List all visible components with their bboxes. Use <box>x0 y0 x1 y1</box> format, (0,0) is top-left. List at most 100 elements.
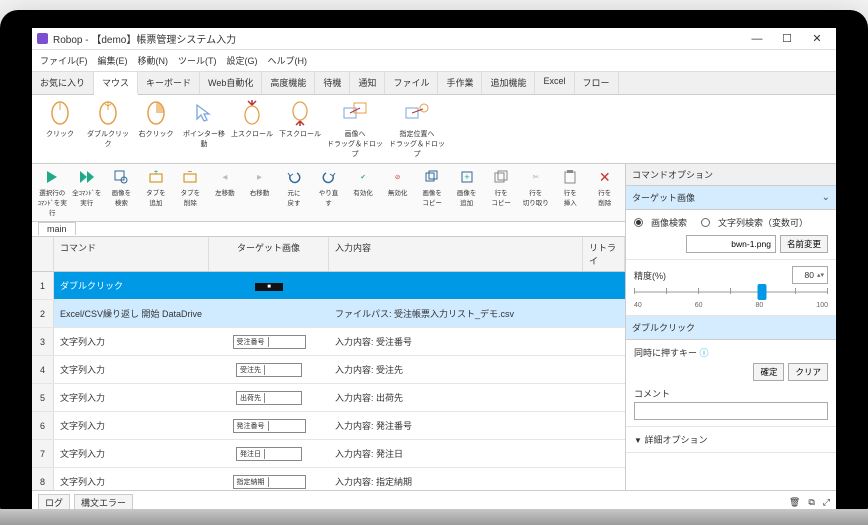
tool-insert-row[interactable]: 行を 挿入 <box>554 168 587 207</box>
tool-copy-image[interactable]: 画像を コピー <box>416 168 449 207</box>
tool-delete-row[interactable]: ✕行を 削除 <box>589 168 622 207</box>
tool-move-left[interactable]: ◀左移動 <box>209 168 242 197</box>
tab-flow[interactable]: フロー <box>575 72 619 94</box>
radio-text-search[interactable] <box>701 218 710 227</box>
ribbon-scrollup[interactable]: 上スクロール <box>230 99 274 159</box>
menu-edit[interactable]: 編集(E) <box>94 52 132 69</box>
radio-image-search[interactable] <box>634 218 643 227</box>
minimize-button[interactable]: — <box>743 30 771 48</box>
delete-icon: ✕ <box>596 168 614 186</box>
ribbon-dblclick[interactable]: ダブルクリック <box>86 99 130 159</box>
tool-add-image[interactable]: +画像を 追加 <box>450 168 483 207</box>
table-row[interactable]: 2Excel/CSV繰り返し 開始 DataDriveファイルパス: 受注帳票入… <box>32 300 625 328</box>
table-header: コマンド ターゲット画像 入力内容 リトライ <box>32 237 625 272</box>
menu-settings[interactable]: 設定(G) <box>223 52 262 69</box>
log-tab[interactable]: ログ <box>38 494 70 510</box>
row-retry <box>583 282 625 290</box>
ribbon-click[interactable]: クリック <box>38 99 82 159</box>
table-row[interactable]: 1ダブルクリック■ <box>32 272 625 300</box>
ribbon-scrolldown[interactable]: 下スクロール <box>278 99 322 159</box>
right-icon: ▶ <box>250 168 268 186</box>
chevron-down-icon: ⌄ <box>822 192 830 203</box>
tab-file[interactable]: ファイル <box>385 72 438 94</box>
tab-wait[interactable]: 待機 <box>315 72 350 94</box>
accuracy-value[interactable]: 80▴▾ <box>792 266 828 284</box>
expand-icon[interactable]: ⤢ <box>823 497 830 508</box>
workspace-tab[interactable]: main <box>38 222 76 235</box>
row-number: 2 <box>32 300 54 327</box>
rename-button[interactable]: 名前変更 <box>780 235 828 253</box>
tool-search-image[interactable]: 画像を 検索 <box>105 168 138 207</box>
row-number: 1 <box>32 272 54 299</box>
ribbon-drag-pos[interactable]: 指定位置へ ドラッグ＆ドロップ <box>388 99 446 159</box>
scroll-up-icon <box>238 99 266 127</box>
ribbon-drag-image[interactable]: 画像へ ドラッグ＆ドロップ <box>326 99 384 159</box>
tab-excel[interactable]: Excel <box>535 72 574 94</box>
table-row[interactable]: 5文字列入力出荷先入力内容: 出荷先 <box>32 384 625 412</box>
command-rows: 1ダブルクリック■2Excel/CSV繰り返し 開始 DataDriveファイル… <box>32 272 625 490</box>
tool-run-selected[interactable]: 選択行の ｺﾏﾝﾄﾞを実行 <box>36 168 69 217</box>
accuracy-slider[interactable] <box>634 284 828 300</box>
target-thumb: 発注日 <box>236 447 302 461</box>
mouse-double-icon <box>94 99 122 127</box>
tab-mouse[interactable]: マウス <box>94 72 138 95</box>
table-row[interactable]: 8文字列入力指定納期入力内容: 指定納期 <box>32 468 625 490</box>
target-filename-input[interactable] <box>686 235 776 253</box>
tool-redo[interactable]: やり直 す <box>312 168 345 207</box>
menu-help[interactable]: ヘルプ(H) <box>264 52 312 69</box>
tab-advanced[interactable]: 高度機能 <box>262 72 315 94</box>
tool-disable[interactable]: ⊘無効化 <box>381 168 414 197</box>
copy-icon[interactable]: ⧉ <box>808 497 814 508</box>
drag-image-icon <box>341 99 369 127</box>
tool-move-right[interactable]: ▶右移動 <box>243 168 276 197</box>
tool-del-tab[interactable]: −タブを 削除 <box>174 168 207 207</box>
table-row[interactable]: 4文字列入力受注先入力内容: 受注先 <box>32 356 625 384</box>
target-thumb: 出荷先 <box>236 391 302 405</box>
table-row[interactable]: 3文字列入力受注番号入力内容: 受注番号 <box>32 328 625 356</box>
copy-row-icon <box>492 168 510 186</box>
table-row[interactable]: 7文字列入力発注日入力内容: 発注日 <box>32 440 625 468</box>
tab-web[interactable]: Web自動化 <box>200 72 262 94</box>
tool-copy-row[interactable]: 行を コピー <box>485 168 518 207</box>
detail-options[interactable]: ▼ 詳細オプション <box>626 427 836 453</box>
tab-notify[interactable]: 通知 <box>350 72 385 94</box>
tab-addon[interactable]: 追加機能 <box>482 72 535 94</box>
tab-manual[interactable]: 手作業 <box>438 72 482 94</box>
dblclick-section-head[interactable]: ダブルクリック <box>626 316 836 340</box>
tab-add-icon: + <box>147 168 165 186</box>
menu-file[interactable]: ファイル(F) <box>36 52 92 69</box>
row-target <box>209 310 329 318</box>
menu-move[interactable]: 移動(N) <box>134 52 173 69</box>
row-number: 4 <box>32 356 54 383</box>
disable-icon: ⊘ <box>389 168 407 186</box>
tab-del-icon: − <box>181 168 199 186</box>
mouse-icon <box>46 99 74 127</box>
ribbon-rclick[interactable]: 右クリック <box>134 99 178 159</box>
row-retry <box>583 450 625 458</box>
clear-button[interactable]: クリア <box>788 363 828 381</box>
tab-keyboard[interactable]: キーボード <box>138 72 200 94</box>
col-input: 入力内容 <box>329 237 583 271</box>
syntax-tab[interactable]: 構文エラー <box>74 494 133 510</box>
comment-input[interactable] <box>634 402 828 420</box>
menubar: ファイル(F) 編集(E) 移動(N) ツール(T) 設定(G) ヘルプ(H) <box>32 50 836 72</box>
row-input: 入力内容: 受注番号 <box>329 331 583 352</box>
play-all-icon <box>78 168 96 186</box>
tool-add-tab[interactable]: +タブを 追加 <box>140 168 173 207</box>
tool-run-all[interactable]: 全ｺﾏﾝﾄﾞを 実行 <box>71 168 104 207</box>
trash-icon[interactable]: 🗑 <box>789 497 800 508</box>
close-button[interactable]: ✕ <box>803 30 831 48</box>
ribbon-tabs: お気に入り マウス キーボード Web自動化 高度機能 待機 通知 ファイル 手… <box>32 72 836 95</box>
maximize-button[interactable]: ☐ <box>773 30 801 48</box>
row-command: 文字列入力 <box>54 443 209 464</box>
tool-enable[interactable]: ✔有効化 <box>347 168 380 197</box>
accuracy-label: 精度(%) <box>634 269 666 282</box>
tab-favorites[interactable]: お気に入り <box>32 72 94 94</box>
ribbon-pointer[interactable]: ポインター移動 <box>182 99 226 159</box>
table-row[interactable]: 6文字列入力発注番号入力内容: 発注番号 <box>32 412 625 440</box>
confirm-button[interactable]: 確定 <box>753 363 784 381</box>
menu-tool[interactable]: ツール(T) <box>174 52 221 69</box>
target-section-head[interactable]: ターゲット画像 ⌄ <box>626 186 836 210</box>
tool-undo[interactable]: 元に 戻す <box>278 168 311 207</box>
tool-cut-row[interactable]: ✄行を 切り取り <box>519 168 552 207</box>
